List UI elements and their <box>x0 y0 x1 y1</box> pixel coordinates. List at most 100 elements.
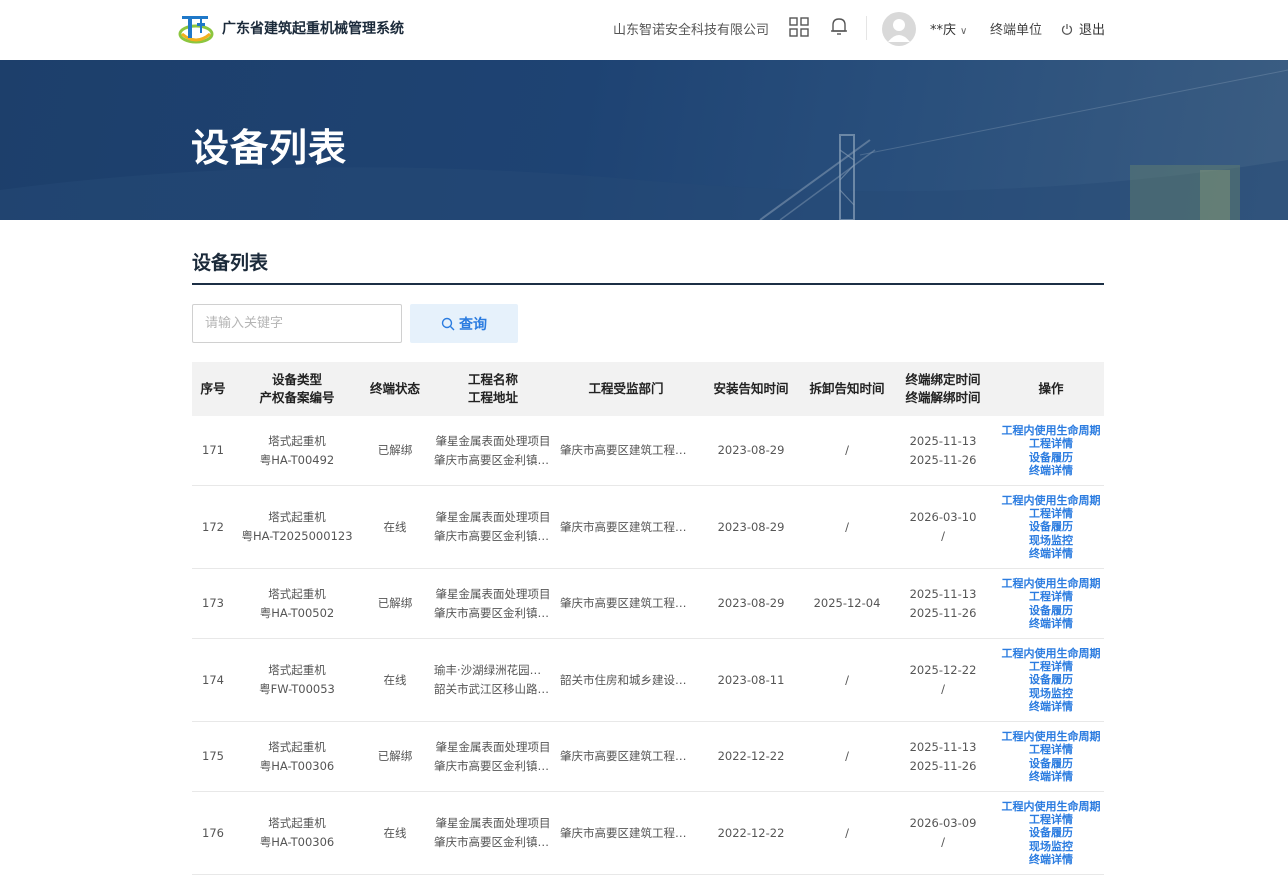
supervision-dept: 肇庆市高要区建筑工程安全监督站 <box>560 825 692 840</box>
unbind-time: 2025-11-26 <box>909 605 977 620</box>
user-menu[interactable]: **庆 ∨ <box>930 19 967 38</box>
project-address: 肇庆市高要区金利镇工业园 <box>434 835 552 849</box>
header-project-address-label: 工程地址 <box>467 390 518 405</box>
table-row: 174 塔式起重机 粤FW-T00053 在线 瑜丰·沙湖绿洲花园项目 韶关市武江区移山路… <box>192 639 1104 722</box>
action-link[interactable]: 工程内使用生命周期 <box>1002 800 1101 813</box>
cell-actions: 工程内使用生命周期 工程详情 设备履历 现场监控 终端详情 <box>998 647 1104 713</box>
row-index: 175 <box>202 749 224 763</box>
action-link[interactable]: 现场监控 <box>1029 534 1073 547</box>
row-index: 176 <box>202 825 224 840</box>
terminal-status: 在线 <box>383 672 407 687</box>
action-link[interactable]: 终端详情 <box>1029 853 1073 866</box>
action-link[interactable]: 工程详情 <box>1029 507 1073 520</box>
user-avatar-icon[interactable] <box>882 12 916 46</box>
banner-title: 设备列表 <box>191 126 348 170</box>
supervision-dept: 肇庆市高要区建筑工程安全监督站 <box>560 749 692 763</box>
crane-logo-icon[interactable] <box>178 10 214 46</box>
page-banner: 设备列表 <box>0 60 1288 220</box>
action-link[interactable]: 终端详情 <box>1029 464 1073 477</box>
table-row: 172 塔式起重机 粤HA-T2025000123 在线 肇星金属表面处理项目 肇庆市高要… <box>192 486 1104 569</box>
cell-install-notice: 2023-08-29 <box>696 594 806 613</box>
terminal-status: 在线 <box>383 519 407 534</box>
action-link[interactable]: 工程内使用生命周期 <box>1002 424 1101 437</box>
cell-terminal-time: 2025-11-13 2025-11-26 <box>888 585 998 623</box>
search-input[interactable] <box>192 304 402 343</box>
cell-supervision: 肇庆市高要区建筑工程安全监督站 <box>556 747 696 766</box>
cell-install-notice: 2023-08-29 <box>696 518 806 537</box>
header-record-no-label: 产权备案编号 <box>259 390 335 405</box>
action-link[interactable]: 工程详情 <box>1029 743 1073 756</box>
header-supervision: 工程受监部门 <box>588 381 664 396</box>
cell-status: 在线 <box>360 671 430 690</box>
dismantle-notice-date: / <box>845 825 849 840</box>
cell-status: 已解绑 <box>360 747 430 766</box>
install-notice-date: 2023-08-11 <box>717 672 785 687</box>
cell-project: 肇星金属表面处理项目肇庆市高要区金利镇工业园 <box>430 738 556 776</box>
action-link[interactable]: 终端详情 <box>1029 770 1073 783</box>
logout-label: 退出 <box>1079 23 1106 38</box>
bind-time: 2025-11-13 <box>909 586 977 601</box>
company-name: 山东智诺安全科技有限公司 <box>613 23 770 38</box>
row-actions: 工程内使用生命周期 工程详情 设备履历 现场监控 终端详情 <box>998 647 1104 713</box>
equipment-type: 塔式起重机 <box>268 663 326 677</box>
search-icon <box>441 317 455 330</box>
cell-index: 171 <box>192 441 234 460</box>
cell-terminal-time: 2025-11-13 2025-11-26 <box>888 738 998 776</box>
action-link[interactable]: 工程内使用生命周期 <box>1002 494 1101 507</box>
section-title: 设备列表 <box>192 252 269 274</box>
action-link[interactable]: 工程内使用生命周期 <box>1002 647 1101 660</box>
cell-type: 塔式起重机 粤HA-T00306 <box>234 814 360 852</box>
cell-project: 肇星金属表面处理项目肇庆市高要区金利镇工业园 <box>430 814 556 852</box>
cell-dismantle-notice: / <box>806 747 888 766</box>
header-actions: 操作 <box>1038 381 1064 396</box>
cell-index: 174 <box>192 671 234 690</box>
action-link[interactable]: 工程详情 <box>1029 590 1073 603</box>
bind-time: 2025-12-22 <box>909 663 977 677</box>
logout-button[interactable]: 退出 <box>1061 19 1105 38</box>
row-actions: 工程内使用生命周期 工程详情 设备履历 终端详情 <box>998 577 1104 630</box>
cell-supervision: 肇庆市高要区建筑工程安全监督站 <box>556 594 696 613</box>
action-link[interactable]: 工程详情 <box>1029 813 1073 826</box>
action-link[interactable]: 工程内使用生命周期 <box>1002 577 1101 590</box>
action-link[interactable]: 终端详情 <box>1029 617 1073 630</box>
action-link[interactable]: 设备履历 <box>1029 604 1073 617</box>
bind-time: 2025-11-13 <box>909 739 977 754</box>
cell-index: 173 <box>192 594 234 613</box>
bell-icon[interactable] <box>828 15 850 37</box>
table-row: 173 塔式起重机 粤HA-T00502 已解绑 肇星金属表面处理项目 肇庆市高要区金利镇… <box>192 569 1104 639</box>
action-link[interactable]: 设备履历 <box>1029 757 1073 770</box>
action-link[interactable]: 设备履历 <box>1029 520 1073 533</box>
project-address: 肇庆市高要区金利镇工业园 <box>434 452 552 467</box>
app-grid-icon[interactable] <box>789 17 809 37</box>
cell-actions: 工程内使用生命周期 工程详情 设备履历 终端详情 <box>998 424 1104 477</box>
install-notice-date: 2023-08-29 <box>717 596 785 610</box>
terminal-status: 已解绑 <box>377 596 413 610</box>
action-link[interactable]: 工程内使用生命周期 <box>1002 730 1101 743</box>
cell-install-notice: 2022-12-22 <box>696 824 806 843</box>
action-link[interactable]: 工程详情 <box>1029 437 1073 450</box>
action-link[interactable]: 现场监控 <box>1029 687 1073 700</box>
search-button[interactable]: 查询 <box>410 304 518 343</box>
action-link[interactable]: 现场监控 <box>1029 840 1073 853</box>
table-body: 171 塔式起重机 粤HA-T00492 已解绑 肇星金属表面处理项目 肇庆市高要区金利镇… <box>192 416 1104 875</box>
cell-status: 已解绑 <box>360 594 430 613</box>
project-address: 肇庆市高要区金利镇工业园 <box>434 605 552 620</box>
action-link[interactable]: 设备履历 <box>1029 826 1073 839</box>
dismantle-notice-date: / <box>845 519 849 534</box>
action-link[interactable]: 设备履历 <box>1029 673 1073 686</box>
unbind-time: / <box>941 682 945 696</box>
action-link[interactable]: 终端详情 <box>1029 547 1073 560</box>
bind-time: 2025-11-13 <box>909 433 977 448</box>
install-notice-date: 2022-12-22 <box>717 825 785 840</box>
action-link[interactable]: 工程详情 <box>1029 660 1073 673</box>
cell-dismantle-notice: / <box>806 671 888 690</box>
app-title: 广东省建筑起重机械管理系统 <box>222 21 404 37</box>
terminal-status: 在线 <box>383 825 407 840</box>
action-link[interactable]: 设备履历 <box>1029 451 1073 464</box>
terminal-unit-link[interactable]: 终端单位 <box>990 19 1042 38</box>
cell-dismantle-notice: / <box>806 518 888 537</box>
action-link[interactable]: 终端详情 <box>1029 700 1073 713</box>
header-project: 工程名称 工程地址 <box>430 371 556 407</box>
chevron-down-icon: ∨ <box>960 26 968 37</box>
table-row: 176 塔式起重机 粤HA-T00306 在线 肇星金属表面处理项目 肇庆市高要区金利镇工… <box>192 792 1104 875</box>
